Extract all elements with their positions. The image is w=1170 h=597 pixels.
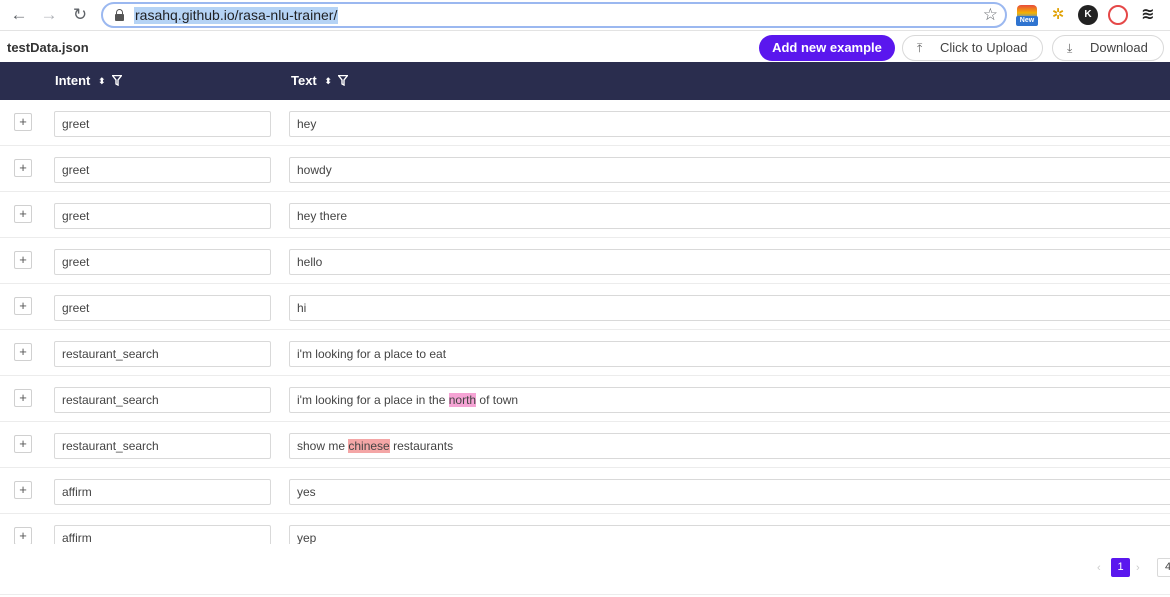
download-button[interactable]: ⤓ Download [1052, 35, 1164, 61]
intent-input[interactable]: affirm [54, 479, 271, 505]
intent-input[interactable]: greet [54, 157, 271, 183]
table-row: + greet hey [0, 100, 1170, 146]
expand-row-button[interactable]: + [14, 343, 32, 361]
download-icon: ⤓ [1067, 41, 1073, 55]
intent-input[interactable]: affirm [54, 525, 271, 544]
table-row: + greet hello [0, 238, 1170, 284]
text-input[interactable]: hey there [289, 203, 1170, 229]
expand-row-button[interactable]: + [14, 251, 32, 269]
upload-button[interactable]: ⤒ Click to Upload [902, 35, 1043, 61]
intent-input[interactable]: greet [54, 111, 271, 137]
app-toolbar: testData.json Add new example ⤒ Click to… [0, 31, 1170, 62]
table-row: + greet howdy [0, 146, 1170, 192]
text-segment: of town [476, 393, 519, 407]
upload-label: Click to Upload [940, 40, 1028, 55]
upload-icon: ⤒ [917, 41, 923, 55]
download-label: Download [1090, 40, 1148, 55]
text-segment: restaurants [389, 439, 454, 453]
browser-toolbar: ← → ↻ rasahq.github.io/rasa-nlu-trainer/… [0, 0, 1170, 31]
text-input[interactable]: hello [289, 249, 1170, 275]
table-body: + greet hey + greet howdy + greet hey there + gree… [0, 100, 1170, 544]
column-label-text: Text [291, 73, 317, 88]
text-segment: hi [297, 301, 307, 315]
column-header-text[interactable]: Text ⬍ [291, 73, 349, 88]
text-segment: hey there [297, 209, 348, 223]
expand-row-button[interactable]: + [14, 205, 32, 223]
text-input[interactable]: i'm looking for a place to eat [289, 341, 1170, 367]
intent-input[interactable]: greet [54, 249, 271, 275]
text-segment: hello [297, 255, 323, 269]
table-row: + greet hey there [0, 192, 1170, 238]
intent-input[interactable]: restaurant_search [54, 433, 271, 459]
intent-input[interactable]: greet [54, 295, 271, 321]
k-extension-icon[interactable]: K [1078, 5, 1098, 25]
expand-row-button[interactable]: + [14, 435, 32, 453]
table-row: + restaurant_search i'm looking for a plac… [0, 376, 1170, 422]
text-input[interactable]: yep [289, 525, 1170, 544]
text-segment: yep [297, 531, 317, 544]
table-row: + greet hi [0, 284, 1170, 330]
intent-input[interactable]: greet [54, 203, 271, 229]
rainbow-extension-icon[interactable]: New [1016, 5, 1038, 26]
sort-icon[interactable]: ⬍ [324, 77, 332, 86]
text-segment: hey [297, 117, 317, 131]
target-extension-icon[interactable] [1108, 5, 1128, 25]
text-segment: howdy [297, 163, 332, 177]
table-row: + restaurant_search show me chinese restau… [0, 422, 1170, 468]
layers-extension-icon[interactable]: ≋ [1138, 5, 1158, 25]
expand-row-button[interactable]: + [14, 481, 32, 499]
text-segment: yes [297, 485, 316, 499]
text-segment: show me [297, 439, 349, 453]
text-input[interactable]: show me chinese restaurants [289, 433, 1170, 459]
add-new-example-button[interactable]: Add new example [759, 35, 895, 61]
text-input[interactable]: hi [289, 295, 1170, 321]
text-input[interactable]: howdy [289, 157, 1170, 183]
expand-row-button[interactable]: + [14, 113, 32, 131]
filter-icon[interactable] [111, 75, 122, 86]
filter-icon[interactable] [338, 75, 349, 86]
text-segment: i'm looking for a place to eat [297, 347, 447, 361]
address-bar[interactable]: rasahq.github.io/rasa-nlu-trainer/ ☆ [101, 2, 1007, 28]
bookmark-star-icon[interactable]: ☆ [983, 5, 998, 25]
bug-extension-icon[interactable]: ✲ [1048, 5, 1068, 25]
expand-row-button[interactable]: + [14, 297, 32, 315]
reload-icon[interactable]: ↻ [69, 5, 91, 25]
table-row: + affirm yes [0, 468, 1170, 514]
divider [0, 594, 1170, 595]
url-text[interactable]: rasahq.github.io/rasa-nlu-trainer/ [134, 7, 339, 24]
text-input[interactable]: i'm looking for a place in the north of … [289, 387, 1170, 413]
forward-arrow-icon[interactable]: → [38, 5, 60, 25]
pagination-next-button[interactable]: › [1136, 558, 1146, 578]
text-input[interactable]: yes [289, 479, 1170, 505]
back-arrow-icon[interactable]: ← [8, 5, 30, 25]
pagination-current-page[interactable]: 1 [1111, 558, 1130, 577]
table-header: Intent ⬍ Text ⬍ [0, 62, 1170, 100]
expand-row-button[interactable]: + [14, 527, 32, 544]
table-row: + affirm yep [0, 514, 1170, 544]
intent-input[interactable]: restaurant_search [54, 341, 271, 367]
expand-row-button[interactable]: + [14, 389, 32, 407]
entity-highlight: north [448, 393, 477, 407]
text-input[interactable]: hey [289, 111, 1170, 137]
text-segment: i'm looking for a place in the [297, 393, 449, 407]
intent-input[interactable]: restaurant_search [54, 387, 271, 413]
entity-highlight: chinese [348, 439, 390, 453]
pagination-last-page[interactable]: 4 [1157, 558, 1170, 577]
lock-icon [115, 9, 124, 21]
new-badge: New [1016, 16, 1038, 26]
column-label-intent: Intent [55, 73, 91, 88]
sort-icon[interactable]: ⬍ [98, 77, 106, 86]
table-row: + restaurant_search i'm looking for a plac… [0, 330, 1170, 376]
pagination-prev-button[interactable]: ‹ [1097, 558, 1107, 578]
expand-row-button[interactable]: + [14, 159, 32, 177]
file-name: testData.json [7, 40, 89, 55]
column-header-intent[interactable]: Intent ⬍ [55, 73, 122, 88]
